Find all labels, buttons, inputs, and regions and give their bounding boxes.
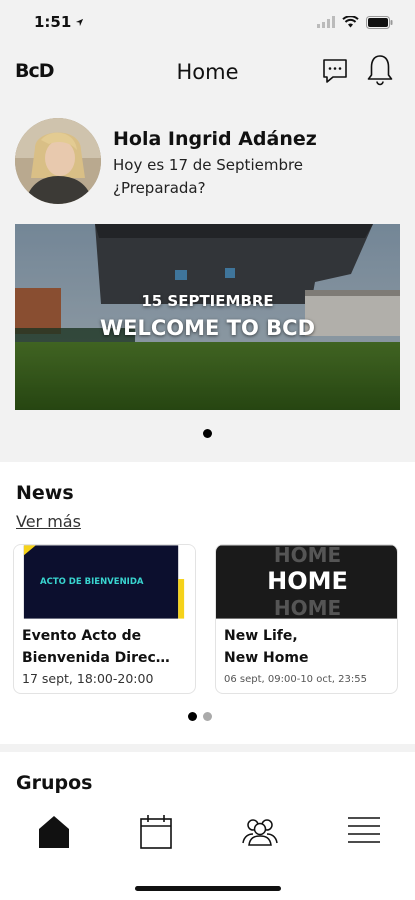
avatar-photo [15,118,101,204]
battery-icon [366,15,393,29]
pager-dot[interactable] [203,712,212,721]
news-card-title-line: Evento Acto de [22,628,142,644]
news-card-date: 17 sept, 18:00-20:00 [22,671,154,686]
banner-title: WELCOME TO BCD [99,316,316,340]
banner-pager[interactable] [203,429,212,438]
home-icon[interactable] [34,812,74,852]
tab-bar [0,800,415,864]
calendar-icon[interactable] [136,812,176,852]
status-icons [317,15,393,29]
groups-heading: Grupos [16,772,93,794]
pager-dot-active[interactable] [203,429,212,438]
chat-icon[interactable] [320,56,350,86]
news-card-date: 06 sept, 09:00-10 oct, 23:55 [224,674,367,685]
news-heading: News [16,482,74,504]
pager-dot-active[interactable] [188,712,197,721]
news-card-image-text: HOME [273,544,342,567]
app-header: BcD Home [0,48,415,98]
menu-icon[interactable] [344,812,384,852]
news-card-image-text: ACTO DE BIENVENIDA [40,577,144,587]
banner-date: 15 SEPTIEMBRE [141,292,274,310]
news-card-title: Evento Acto de Bienvenida Direc… [22,625,189,669]
bell-icon[interactable] [365,53,395,87]
status-bar: 1:51 [0,0,415,44]
wifi-icon [342,16,359,28]
signal-icon [317,16,335,28]
location-arrow-icon [76,18,84,26]
status-time-group: 1:51 [34,13,84,31]
status-time: 1:51 [34,13,72,31]
greeting-section: Hola Ingrid Adánez Hoy es 17 de Septiemb… [15,118,405,208]
news-card-title-line: Bienvenida Direc… [22,650,170,666]
news-card-title: New Life, New Home [224,625,391,669]
avatar[interactable] [15,118,101,204]
greeting-name: Hola Ingrid Adánez [113,128,317,150]
news-section: News Ver más ACTO DE BIENVENIDA Evento A… [0,462,415,744]
page-title: Home [176,60,239,84]
greeting-question: ¿Preparada? [113,179,206,197]
news-pager[interactable] [188,712,212,721]
home-indicator[interactable] [135,886,281,891]
news-card-image-text: HOME [267,567,348,595]
people-icon[interactable] [240,812,280,852]
greeting-date: Hoy es 17 de Septiembre [113,156,304,174]
news-card-title-line: New Home [224,650,309,666]
news-card[interactable]: HOME HOME HOME New Life, New Home 06 sep… [215,544,398,694]
event-banner[interactable]: 15 SEPTIEMBRE WELCOME TO BCD [15,224,400,410]
see-more-link[interactable]: Ver más [16,512,81,531]
news-card[interactable]: ACTO DE BIENVENIDA Evento Acto de Bienve… [13,544,196,694]
news-card-title-line: New Life, [224,628,298,644]
news-card-image-text: HOME [273,596,342,620]
